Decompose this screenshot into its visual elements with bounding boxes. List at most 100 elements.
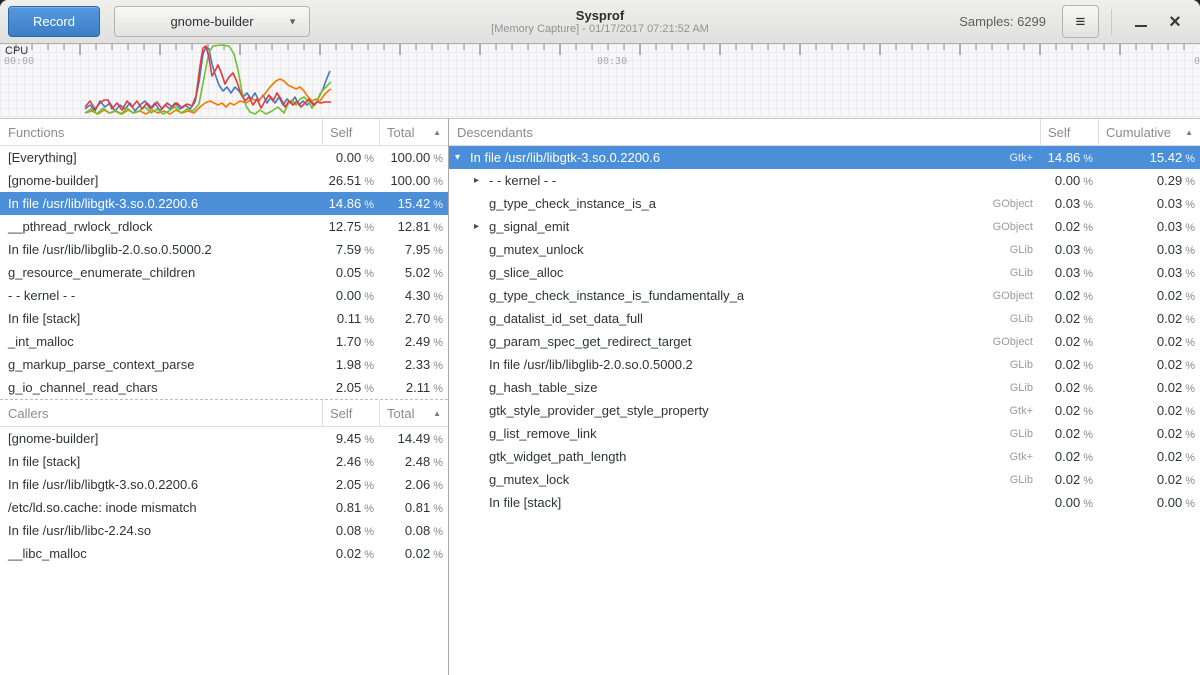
table-row[interactable]: In file /usr/lib/libgtk-3.so.0.2200.614.… — [0, 192, 448, 215]
expander-right-icon[interactable]: ▸ — [474, 222, 489, 232]
tree-row[interactable]: g_mutex_unlockGLib0.03%0.03% — [449, 238, 1200, 261]
tree-row[interactable]: ▾In file /usr/lib/libgtk-3.so.0.2200.6Gt… — [449, 146, 1200, 169]
function-label: gtk_widget_path_length — [489, 449, 626, 464]
cumulative-value: 0.02% — [1098, 288, 1200, 303]
cumulative-value: 0.02% — [1098, 334, 1200, 349]
function-label: __pthread_rwlock_rdlock — [8, 219, 153, 234]
percent-sign-icon: % — [433, 457, 443, 469]
percent-value: 0.02 — [1157, 380, 1182, 395]
library-badge: GLib — [1010, 382, 1040, 394]
expander-down-icon[interactable]: ▾ — [455, 153, 470, 163]
function-label: - - kernel - - — [489, 173, 556, 188]
function-label: In file /usr/lib/libgtk-3.so.0.2200.6 — [8, 477, 198, 492]
column-header-total[interactable]: Total▲ — [379, 119, 448, 145]
total-value: 0.08% — [379, 523, 448, 538]
percent-sign-icon: % — [364, 526, 374, 538]
library-badge: GLib — [1010, 244, 1040, 256]
cumulative-value: 0.02% — [1098, 426, 1200, 441]
tree-row[interactable]: gtk_style_provider_get_style_propertyGtk… — [449, 399, 1200, 422]
cumulative-value: 0.02% — [1098, 472, 1200, 487]
column-header-cumulative[interactable]: Cumulative▲ — [1098, 119, 1200, 145]
column-header-functions[interactable]: Functions — [0, 119, 322, 145]
self-value: 2.05% — [322, 477, 379, 492]
percent-value: 100.00 — [390, 150, 430, 165]
record-button[interactable]: Record — [8, 6, 100, 37]
descendant-name: g_mutex_lockGLib — [449, 472, 1040, 487]
table-row[interactable]: [gnome-builder]26.51%100.00% — [0, 169, 448, 192]
tree-row[interactable]: g_slice_allocGLib0.03%0.03% — [449, 261, 1200, 284]
tree-row[interactable]: gtk_widget_path_lengthGtk+0.02%0.02% — [449, 445, 1200, 468]
column-header-self[interactable]: Self — [322, 119, 379, 145]
column-header-descendants[interactable]: Descendants — [449, 119, 1040, 145]
tree-row[interactable]: g_hash_table_sizeGLib0.02%0.02% — [449, 376, 1200, 399]
percent-sign-icon: % — [433, 383, 443, 395]
function-name: g_resource_enumerate_children — [0, 265, 322, 280]
tree-row[interactable]: ▸g_signal_emitGObject0.02%0.03% — [449, 215, 1200, 238]
percent-sign-icon: % — [1083, 291, 1093, 303]
self-value: 0.02% — [1040, 357, 1098, 372]
table-row[interactable]: [Everything]0.00%100.00% — [0, 146, 448, 169]
tree-row[interactable]: g_param_spec_get_redirect_targetGObject0… — [449, 330, 1200, 353]
cpu-graph[interactable]: CPU 00:00 00:30 01:00 — [0, 44, 1200, 119]
percent-sign-icon: % — [364, 291, 374, 303]
tree-row[interactable]: g_mutex_lockGLib0.02%0.02% — [449, 468, 1200, 491]
process-selector[interactable]: gnome-builder ▼ — [114, 6, 310, 37]
table-row[interactable]: - - kernel - -0.00%4.30% — [0, 284, 448, 307]
function-label: g_io_channel_read_chars — [8, 380, 158, 395]
self-value: 7.59% — [322, 242, 379, 257]
table-row[interactable]: [gnome-builder]9.45%14.49% — [0, 427, 448, 450]
caller-name: [gnome-builder] — [0, 431, 322, 446]
percent-value: 0.03 — [1157, 265, 1182, 280]
percent-value: 0.03 — [1055, 196, 1080, 211]
table-row[interactable]: _int_malloc1.70%2.49% — [0, 330, 448, 353]
table-row[interactable]: /etc/ld.so.cache: inode mismatch0.81%0.8… — [0, 496, 448, 519]
table-row[interactable]: g_markup_parse_context_parse1.98%2.33% — [0, 353, 448, 376]
tree-row[interactable]: g_datalist_id_set_data_fullGLib0.02%0.02… — [449, 307, 1200, 330]
column-header-self[interactable]: Self — [1040, 119, 1098, 145]
minimize-icon — [1135, 25, 1147, 27]
tree-row[interactable]: g_type_check_instance_is_aGObject0.03%0.… — [449, 192, 1200, 215]
table-row[interactable]: g_io_channel_read_chars2.05%2.11% — [0, 376, 448, 399]
self-value: 0.03% — [1040, 242, 1098, 257]
percent-value: 0.02 — [1157, 334, 1182, 349]
menu-button[interactable]: ≡ — [1062, 5, 1099, 38]
tree-row[interactable]: ▸- - kernel - -0.00%0.29% — [449, 169, 1200, 192]
expander-right-icon[interactable]: ▸ — [474, 176, 489, 186]
column-header-self[interactable]: Self — [322, 400, 379, 426]
table-row[interactable]: In file [stack]0.11%2.70% — [0, 307, 448, 330]
close-button[interactable]: × — [1158, 5, 1192, 39]
table-row[interactable]: __libc_malloc0.02%0.02% — [0, 542, 448, 565]
percent-sign-icon: % — [1083, 199, 1093, 211]
total-value: 100.00% — [379, 150, 448, 165]
self-value: 2.05% — [322, 380, 379, 395]
percent-value: 0.02 — [1157, 288, 1182, 303]
table-row[interactable]: __pthread_rwlock_rdlock12.75%12.81% — [0, 215, 448, 238]
time-label-start: 00:00 — [4, 56, 34, 67]
table-row[interactable]: In file /usr/lib/libglib-2.0.so.0.5000.2… — [0, 238, 448, 261]
process-selector-label: gnome-builder — [170, 14, 253, 29]
function-label: g_mutex_lock — [489, 472, 569, 487]
self-value: 0.00% — [322, 288, 379, 303]
titlebar-separator — [1111, 9, 1112, 35]
minimize-button[interactable] — [1124, 5, 1158, 39]
self-value: 14.86% — [1040, 150, 1098, 165]
table-row[interactable]: In file /usr/lib/libgtk-3.so.0.2200.6 2.0… — [0, 473, 448, 496]
function-label: __libc_malloc — [8, 546, 87, 561]
self-value: 0.03% — [1040, 265, 1098, 280]
tree-row[interactable]: In file /usr/lib/libglib-2.0.so.0.5000.2… — [449, 353, 1200, 376]
tree-row[interactable]: In file [stack]0.00%0.00% — [449, 491, 1200, 514]
percent-value: 0.02 — [1157, 472, 1182, 487]
tree-row[interactable]: g_list_remove_linkGLib0.02%0.02% — [449, 422, 1200, 445]
percent-value: 2.70 — [405, 311, 430, 326]
tree-row[interactable]: g_type_check_instance_is_fundamentally_a… — [449, 284, 1200, 307]
total-value: 15.42% — [379, 196, 448, 211]
table-row[interactable]: In file /usr/lib/libc-2.24.so0.08%0.08% — [0, 519, 448, 542]
percent-sign-icon: % — [1185, 268, 1195, 280]
table-row[interactable]: g_resource_enumerate_children0.05%5.02% — [0, 261, 448, 284]
percent-sign-icon: % — [364, 360, 374, 372]
table-row[interactable]: In file [stack]2.46%2.48% — [0, 450, 448, 473]
library-badge: GLib — [1010, 267, 1040, 279]
column-header-callers[interactable]: Callers — [0, 400, 322, 426]
percent-value: 0.02 — [1055, 334, 1080, 349]
column-header-total[interactable]: Total▲ — [379, 400, 448, 426]
